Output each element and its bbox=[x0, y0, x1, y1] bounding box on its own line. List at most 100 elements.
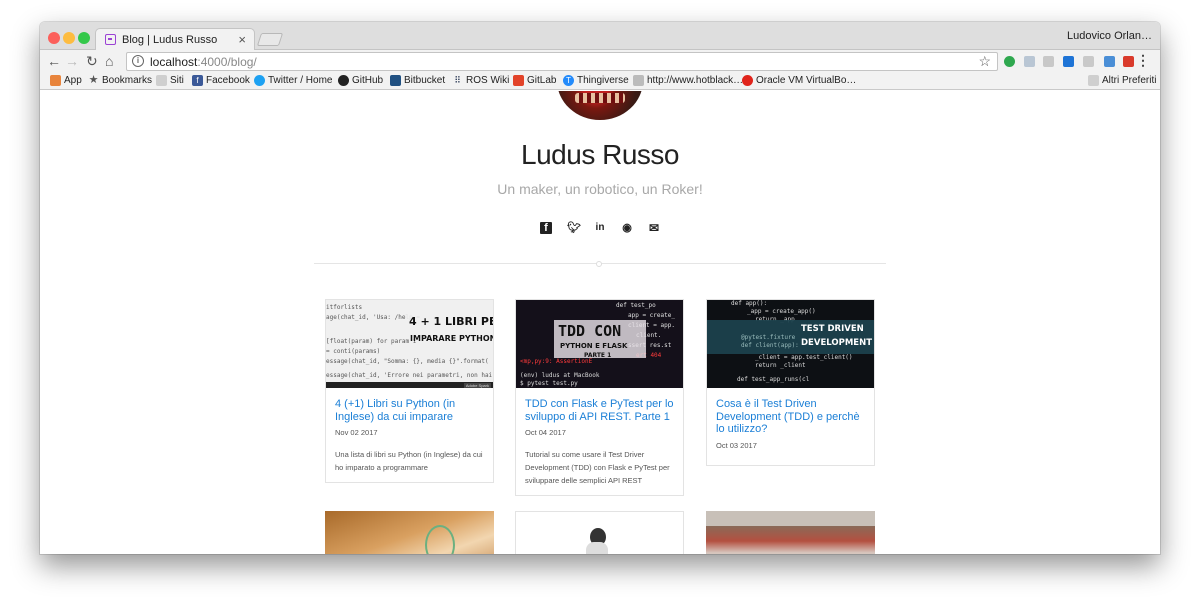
folder-icon bbox=[1088, 75, 1099, 86]
bookmark-siti[interactable]: Siti bbox=[156, 75, 184, 86]
bookmark-label: GitLab bbox=[527, 75, 557, 86]
page-subtitle: Un maker, un robotico, un Roker! bbox=[497, 181, 703, 197]
thumbnail-caption: 4 + 1 LIBRI PER bbox=[406, 314, 493, 329]
thumbnail-caption-3: PARTE 1 bbox=[584, 352, 612, 359]
thingiverse-icon: T bbox=[563, 75, 574, 86]
maximize-window-button[interactable] bbox=[78, 32, 90, 44]
bookmark-label: Oracle VM VirtualBo… bbox=[756, 75, 857, 86]
extension-grey-icon[interactable] bbox=[1083, 56, 1094, 67]
extension-blue-icon[interactable] bbox=[1063, 56, 1074, 67]
post-excerpt: Tutorial su come usare il Test Driver De… bbox=[525, 450, 670, 485]
bookmark-bitbucket[interactable]: Bitbucket bbox=[390, 75, 445, 86]
bookmark-altri-preferiti[interactable]: Altri Preferiti bbox=[1088, 75, 1156, 86]
extension-red-icon[interactable] bbox=[1123, 56, 1134, 67]
post-card[interactable]: def app(): _app = create_app() return _a… bbox=[706, 299, 875, 466]
minimize-window-button[interactable] bbox=[63, 32, 75, 44]
bookmark-label: App bbox=[64, 75, 82, 86]
bookmark-label: GitHub bbox=[352, 75, 384, 86]
close-window-button[interactable] bbox=[48, 32, 60, 44]
bookmark-label: Bitbucket bbox=[404, 75, 446, 86]
post-date: Nov 02 2017 bbox=[335, 428, 378, 437]
email-icon[interactable]: ✉ bbox=[648, 222, 660, 234]
bookmark-label: http://www.hotblack… bbox=[647, 75, 744, 86]
dropbox-icon[interactable] bbox=[1024, 56, 1035, 67]
star-icon: ★ bbox=[88, 74, 99, 86]
post-card[interactable]: def test_po app = create_ client = app. … bbox=[515, 299, 684, 496]
linkedin-icon[interactable]: in bbox=[594, 222, 606, 234]
bookmark-twitter[interactable]: Twitter / Home bbox=[254, 75, 332, 86]
home-button[interactable]: ⌂ bbox=[105, 52, 113, 70]
address-bar[interactable]: i localhost:4000/blog/ ☆ bbox=[126, 52, 998, 71]
thumbnail-caption-2: DEVELOPMENT bbox=[801, 338, 872, 348]
bookmark-github[interactable]: GitHub bbox=[338, 75, 383, 86]
tab-close-icon[interactable]: × bbox=[238, 32, 246, 47]
bookmark-bookmarks[interactable]: ★ Bookmarks bbox=[88, 74, 153, 87]
facebook-icon: f bbox=[192, 75, 203, 86]
ros-icon: ⠿ bbox=[454, 75, 461, 85]
post-title-link[interactable]: Cosa è il Test Driven Development (TDD) … bbox=[707, 388, 874, 436]
post-thumbnail bbox=[325, 511, 494, 554]
thumbnail-caption-2: PYTHON E FLASK bbox=[560, 342, 628, 350]
post-card[interactable] bbox=[515, 511, 684, 554]
post-thumbnail: def app(): _app = create_app() return _a… bbox=[707, 300, 874, 388]
browser-menu-icon[interactable]: ⋮ bbox=[1136, 52, 1150, 69]
bookmark-label: Facebook bbox=[206, 75, 250, 86]
info-icon[interactable]: i bbox=[132, 55, 144, 67]
social-links: f 🐦︎ in ◉ ✉ bbox=[540, 222, 664, 236]
bookmark-facebook[interactable]: f Facebook bbox=[192, 75, 250, 86]
oracle-icon bbox=[742, 75, 753, 86]
post-thumbnail: def test_po app = create_ client = app. … bbox=[516, 300, 683, 388]
bookmark-label: ROS Wiki bbox=[466, 75, 510, 86]
back-button[interactable]: ← bbox=[47, 52, 61, 70]
post-thumbnail: itforlists age(chat_id, 'Usa: /help = [f… bbox=[326, 300, 493, 388]
extension-green-icon[interactable] bbox=[1004, 56, 1015, 67]
post-title-link[interactable]: 4 (+1) Libri su Python (in Inglese) da c… bbox=[326, 388, 493, 423]
github-icon[interactable]: ◉ bbox=[621, 222, 633, 234]
twitter-icon bbox=[254, 75, 265, 86]
bookmark-label: Thingiverse bbox=[577, 75, 629, 86]
profile-name[interactable]: Ludovico Orlan… bbox=[1067, 30, 1152, 42]
gitlab-icon bbox=[513, 75, 524, 86]
bookmark-star-icon[interactable]: ☆ bbox=[978, 53, 991, 70]
tab-strip: Blog | Ludus Russo × Ludovico Orlan… bbox=[40, 22, 1160, 51]
bookmark-hotblack[interactable]: http://www.hotblack… bbox=[633, 75, 743, 86]
bookmarks-bar: App ★ Bookmarks Siti f Facebook Twitter / … bbox=[40, 72, 1160, 90]
twitter-icon[interactable]: 🐦︎ bbox=[567, 222, 581, 234]
new-tab-button[interactable] bbox=[256, 33, 284, 46]
tab-title: Blog | Ludus Russo bbox=[122, 34, 218, 46]
bookmark-app[interactable]: App bbox=[50, 75, 82, 86]
post-card[interactable] bbox=[706, 511, 875, 554]
post-card[interactable]: itforlists age(chat_id, 'Usa: /help = [f… bbox=[325, 299, 494, 483]
drive-icon[interactable] bbox=[1043, 56, 1054, 67]
avatar bbox=[557, 91, 643, 120]
browser-toolbar: ← → ↻ ⌂ i localhost:4000/blog/ ☆ ⋮ bbox=[40, 50, 1160, 72]
url-host: localhost bbox=[150, 55, 198, 69]
bookmark-label: Siti bbox=[170, 75, 184, 86]
site-favicon-icon bbox=[105, 34, 116, 45]
translate-icon[interactable] bbox=[1104, 56, 1115, 67]
tab-blog[interactable]: Blog | Ludus Russo × bbox=[95, 28, 255, 51]
post-excerpt: Una lista di libri su Python (in Inglese… bbox=[335, 450, 483, 472]
bookmark-label: Twitter / Home bbox=[268, 75, 333, 86]
facebook-icon[interactable]: f bbox=[540, 222, 552, 234]
bookmark-virtualbox[interactable]: Oracle VM VirtualBo… bbox=[742, 75, 856, 86]
thumbnail-caption: TDD CON bbox=[558, 322, 622, 340]
bookmark-gitlab[interactable]: GitLab bbox=[513, 75, 556, 86]
github-icon bbox=[338, 75, 349, 86]
post-title-link[interactable]: TDD con Flask e PyTest per lo sviluppo d… bbox=[516, 388, 683, 423]
reload-button[interactable]: ↻ bbox=[86, 52, 98, 70]
adobe-spark-badge: Adobe Spark bbox=[463, 383, 491, 388]
folder-icon bbox=[156, 75, 167, 86]
bookmark-ros-wiki[interactable]: ⠿ ROS Wiki bbox=[452, 75, 509, 86]
link-icon bbox=[633, 75, 644, 86]
page-content: Ludus Russo Un maker, un robotico, un Ro… bbox=[40, 91, 1160, 554]
post-card[interactable] bbox=[325, 511, 494, 554]
post-thumbnail bbox=[516, 512, 683, 554]
bookmark-label: Altri Preferiti bbox=[1102, 75, 1157, 86]
bookmark-thingiverse[interactable]: T Thingiverse bbox=[563, 75, 629, 86]
thumbnail-caption-2: IMPARARE PYTHON bbox=[410, 334, 493, 343]
url-text: localhost:4000/blog/ bbox=[150, 55, 257, 69]
apps-grid-icon bbox=[50, 75, 61, 86]
bookmark-label: Bookmarks bbox=[102, 75, 153, 86]
forward-button[interactable]: → bbox=[65, 52, 79, 70]
